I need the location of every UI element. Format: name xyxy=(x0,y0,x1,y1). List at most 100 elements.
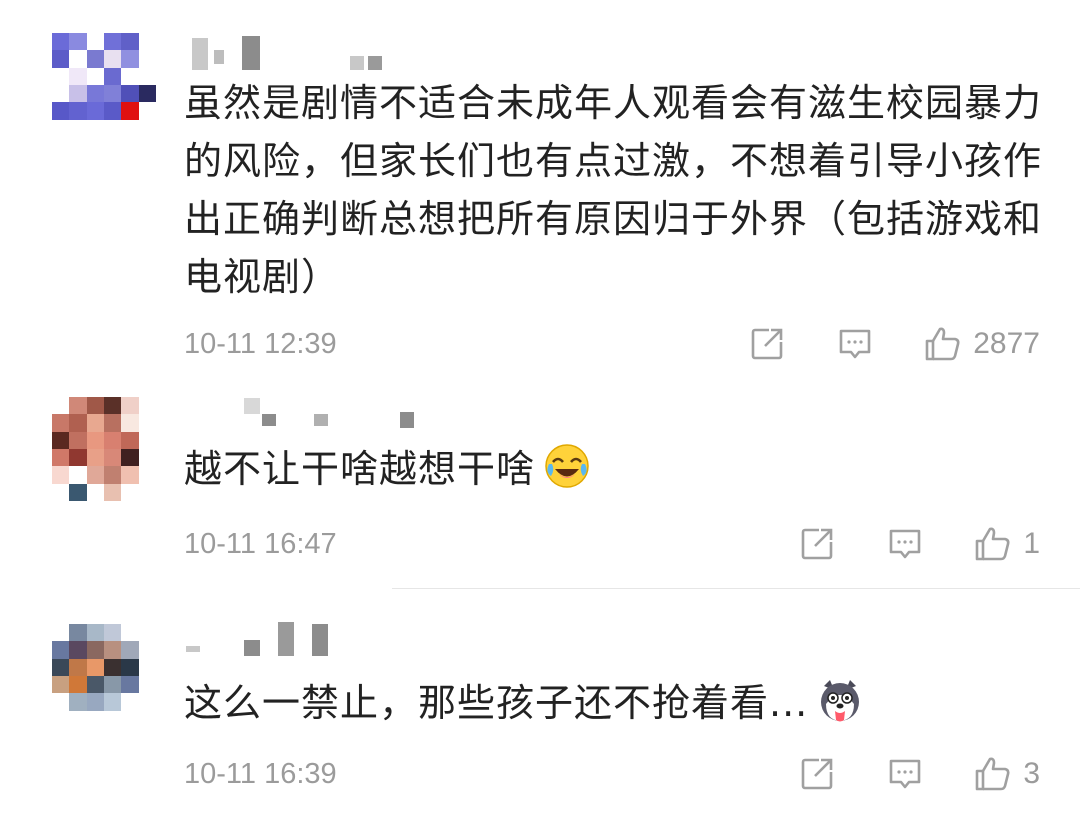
avatar-pixel xyxy=(52,641,70,659)
comment-text-content: 这么一禁止，那些孩子还不抢着看... xyxy=(184,681,809,725)
avatar-pixel xyxy=(121,641,139,659)
avatar-pixel xyxy=(121,466,139,484)
avatar-pixel xyxy=(121,693,139,711)
avatar-pixel xyxy=(52,693,70,711)
avatar-pixel xyxy=(52,431,70,449)
avatar-pixel xyxy=(121,397,139,415)
username-blurred[interactable] xyxy=(184,392,424,442)
avatar-pixel xyxy=(121,624,139,642)
like-count: 1 xyxy=(1023,527,1040,560)
avatar-pixel xyxy=(86,710,104,728)
avatar-pixel xyxy=(52,658,70,676)
avatar-pixel xyxy=(69,50,87,68)
avatar-pixel xyxy=(104,676,122,694)
avatar-pixel xyxy=(86,119,104,137)
avatar-pixel xyxy=(121,431,139,449)
comment-actions: 3 xyxy=(749,752,1040,796)
avatar-pixel xyxy=(138,624,156,642)
avatar-pixel xyxy=(69,693,87,711)
share-button[interactable] xyxy=(797,524,837,564)
avatar-pixel xyxy=(52,483,70,501)
avatar-pixel xyxy=(52,67,70,85)
avatar-pixel xyxy=(121,102,139,120)
avatar-pixel xyxy=(69,119,87,137)
avatar-pixel xyxy=(69,431,87,449)
reply-comment-icon xyxy=(839,329,871,359)
reply-comment-icon xyxy=(890,529,921,559)
avatar-pixel xyxy=(69,397,87,415)
avatar-pixel xyxy=(121,119,139,137)
avatar-pixel xyxy=(121,33,139,51)
avatar-pixel xyxy=(86,449,104,467)
laughing-crying-emoji xyxy=(545,444,589,488)
reply-button[interactable] xyxy=(885,524,925,564)
share-icon xyxy=(802,758,833,790)
avatar-pixel xyxy=(138,414,156,432)
avatar[interactable] xyxy=(52,397,156,501)
avatar-pixel xyxy=(138,483,156,501)
avatar-pixel xyxy=(52,102,70,120)
avatar-pixel xyxy=(121,658,139,676)
avatar-pixel xyxy=(69,641,87,659)
avatar-pixel xyxy=(121,483,139,501)
avatar-pixel xyxy=(52,50,70,68)
avatar-pixel xyxy=(52,449,70,467)
avatar-pixel xyxy=(52,624,70,642)
avatar-pixel xyxy=(121,50,139,68)
husky-tongue-emoji xyxy=(821,680,860,722)
like-thumb-icon xyxy=(976,527,1010,561)
avatar-pixel xyxy=(86,483,104,501)
avatar[interactable] xyxy=(52,33,156,137)
share-icon xyxy=(751,328,783,360)
comment-meta: 10-11 16:47 1 xyxy=(184,522,1040,566)
comment-text: 虽然是剧情不适合未成年人观看会有滋生校园暴力的风险，但家长们也有点过激，不想着引… xyxy=(184,81,1043,299)
avatar-pixel xyxy=(104,658,122,676)
comment-text: 这么一禁止，那些孩子还不抢着看... xyxy=(184,674,1044,732)
avatar-pixel xyxy=(138,641,156,659)
avatar-pixel xyxy=(86,693,104,711)
comment-actions: 2877 xyxy=(699,322,1040,366)
reply-comment-icon xyxy=(890,759,921,789)
avatar-pixel xyxy=(69,67,87,85)
avatar-pixel xyxy=(69,33,87,51)
avatar-pixel xyxy=(138,431,156,449)
comment-text-content: 越不让干啥越想干啥 xyxy=(184,447,536,491)
share-button[interactable] xyxy=(747,324,787,364)
avatar-pixel xyxy=(52,33,70,51)
avatar-pixel xyxy=(138,658,156,676)
avatar-pixel xyxy=(104,50,122,68)
like-button[interactable]: 3 xyxy=(973,754,1040,794)
avatar-pixel xyxy=(86,624,104,642)
avatar-pixel xyxy=(86,676,104,694)
avatar-pixel xyxy=(138,693,156,711)
avatar-pixel xyxy=(104,641,122,659)
share-button[interactable] xyxy=(797,754,837,794)
comment-meta: 10-11 16:39 3 xyxy=(184,752,1040,796)
avatar-pixel xyxy=(52,676,70,694)
avatar[interactable] xyxy=(52,624,156,728)
avatar-pixel xyxy=(138,119,156,137)
avatar-pixel xyxy=(121,710,139,728)
avatar-pixel xyxy=(104,414,122,432)
avatar-pixel xyxy=(86,414,104,432)
avatar-pixel xyxy=(121,85,139,103)
avatar-pixel xyxy=(104,85,122,103)
like-count: 3 xyxy=(1023,757,1040,790)
like-thumb-icon xyxy=(925,327,960,361)
like-button[interactable]: 1 xyxy=(973,524,1040,564)
avatar-pixel xyxy=(52,414,70,432)
comment-actions: 1 xyxy=(749,522,1040,566)
reply-button[interactable] xyxy=(885,754,925,794)
username-blurred[interactable] xyxy=(184,616,424,666)
avatar-pixel xyxy=(86,658,104,676)
avatar-pixel xyxy=(69,624,87,642)
avatar-pixel xyxy=(104,33,122,51)
avatar-pixel xyxy=(138,50,156,68)
share-icon xyxy=(802,528,833,560)
like-button[interactable]: 2877 xyxy=(923,324,1040,364)
comment-time: 10-11 16:39 xyxy=(184,758,337,790)
reply-button[interactable] xyxy=(835,324,875,364)
avatar-pixel xyxy=(138,33,156,51)
avatar-pixel xyxy=(86,641,104,659)
avatar-pixel xyxy=(52,397,70,415)
